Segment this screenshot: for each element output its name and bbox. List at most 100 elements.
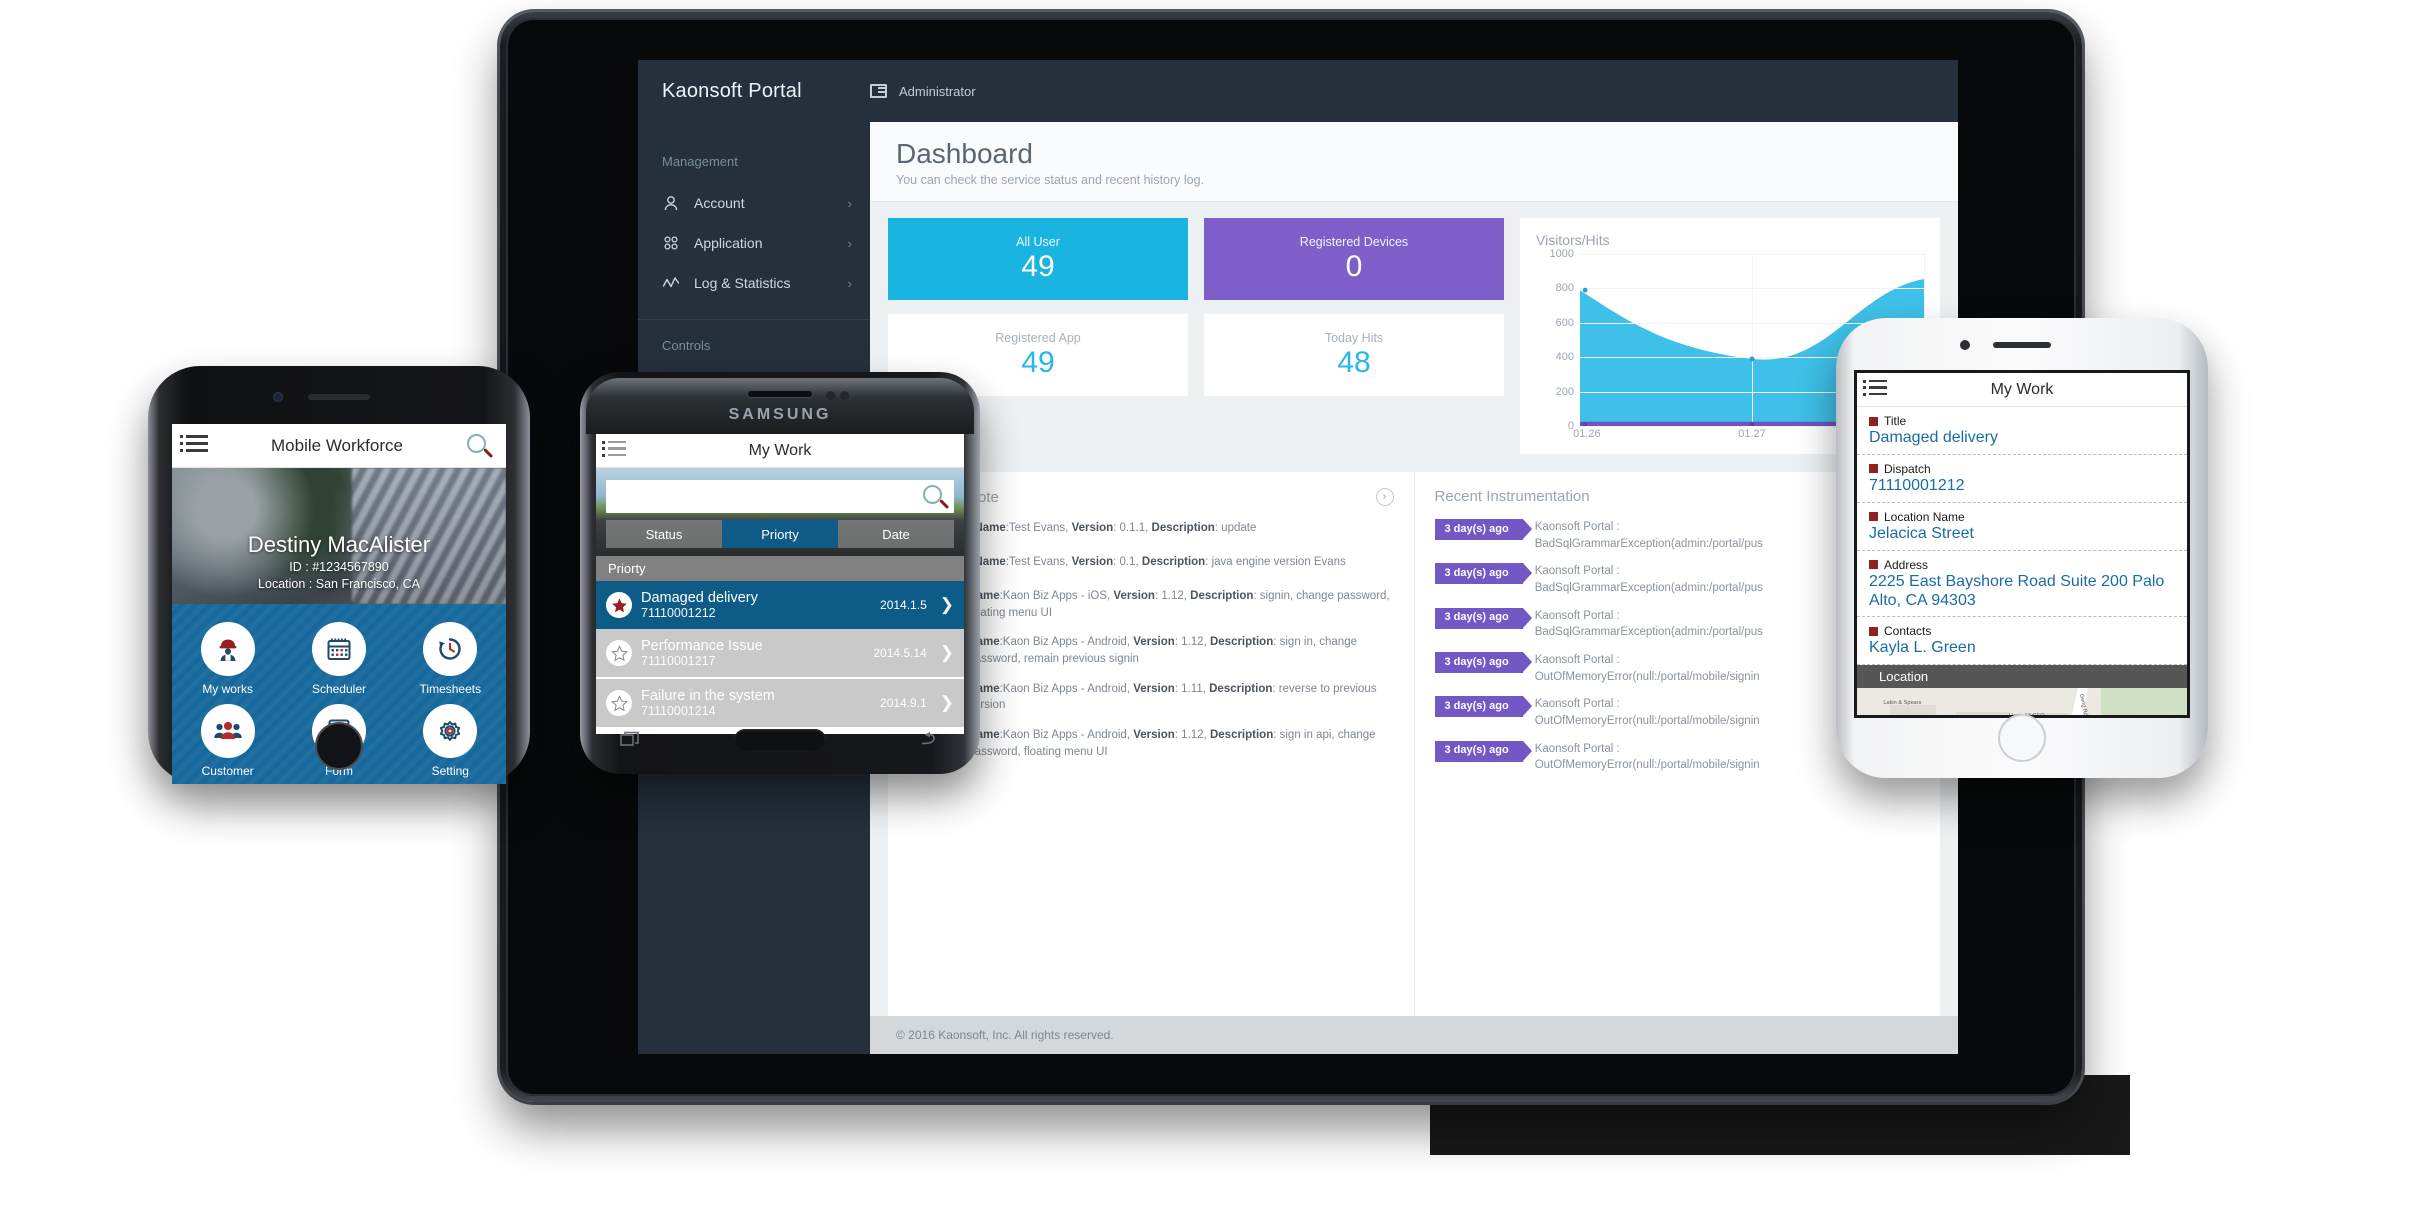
tile-scheduler[interactable]: Scheduler <box>293 622 385 696</box>
kpi-card-registered-devices[interactable]: Registered Devices 0 <box>1204 218 1504 300</box>
iphone-right-device: My Work Title Damaged delivery Dispatch … <box>1836 318 2208 778</box>
work-item-main: Performance Issue 71110001217 <box>641 638 864 668</box>
hamburger-icon[interactable] <box>1863 379 1887 400</box>
samsung-logo: SAMSUNG <box>728 406 832 423</box>
segment-status[interactable]: Status <box>606 520 722 548</box>
back-key-icon[interactable] <box>918 731 940 749</box>
id-card-icon <box>870 84 887 98</box>
front-camera-icon <box>1960 340 1970 350</box>
work-item-code: 71110001214 <box>641 704 716 718</box>
earpiece-speaker <box>308 394 370 400</box>
release-note-row[interactable]: ) ago Name:Kaon Biz Apps - Android, Vers… <box>908 634 1394 667</box>
work-item-title: Damaged delivery <box>641 590 758 606</box>
page-title: Dashboard <box>896 138 1033 169</box>
field-address: Address 2225 East Bayshore Road Suite 20… <box>1857 551 2187 618</box>
bullet-square-icon <box>1869 464 1878 474</box>
search-box[interactable] <box>606 480 954 513</box>
star-outline-icon[interactable] <box>606 640 632 666</box>
home-button[interactable] <box>734 729 826 751</box>
page-subtitle: You can check the service status and rec… <box>896 173 1205 187</box>
work-item-code: 71110001212 <box>641 606 716 620</box>
field-label: Address <box>1884 557 1929 572</box>
kpi-card-today-hits[interactable]: Today Hits 48 <box>1204 314 1504 396</box>
work-item-row[interactable]: Damaged delivery 71110001212 2014.1.5 ❯ <box>596 581 964 629</box>
sidebar-item-account[interactable]: Account › <box>638 183 870 223</box>
chevron-right-icon: › <box>847 235 852 251</box>
chevron-right-icon[interactable]: ❯ <box>940 595 954 615</box>
chevron-right-icon[interactable]: ❯ <box>940 693 954 713</box>
field-dispatch: Dispatch 71110001212 <box>1857 455 2187 503</box>
segment-priorty[interactable]: Priorty <box>722 520 838 548</box>
kpi-card-all-user[interactable]: All User 49 <box>888 218 1188 300</box>
release-note-row[interactable]: s) ago Name:Test Evans, Version: 0.1, De… <box>908 554 1394 575</box>
time-badge: 3 day(s) ago <box>1434 740 1532 762</box>
portal-brand[interactable]: Kaonsoft Portal <box>638 80 870 103</box>
release-note-text: Name:Test Evans, Version: 0.1, Descripti… <box>974 556 1346 568</box>
sidebar-item-log-statistics[interactable]: Log & Statistics › <box>638 263 870 303</box>
time-badge: 3 day(s) ago <box>1434 563 1532 585</box>
arrow-right-circle-icon[interactable]: › <box>1375 488 1394 506</box>
field-value: 2225 East Bayshore Road Suite 200 Palo A… <box>1869 572 2165 609</box>
portal-footer: © 2016 Kaonsoft, Inc. All rights reserve… <box>870 1016 1958 1054</box>
segment-date[interactable]: Date <box>838 520 954 548</box>
sidebar-group-management: Management <box>662 154 738 169</box>
kpi-value: 0 <box>1345 250 1363 284</box>
release-note-row[interactable]: s) ago Name:Test Evans, Version: 0.1.1, … <box>908 520 1394 541</box>
release-note-row[interactable]: ) ago Name:Kaon Biz Apps - iOS, Version:… <box>908 588 1394 621</box>
detail-title: My Work <box>1990 380 2054 398</box>
magnifier-icon[interactable] <box>922 484 950 510</box>
tile-row-1: My works Scheduler Timesheets <box>172 622 506 696</box>
release-note-row[interactable]: ) ago Name:Kaon Biz Apps - Android, Vers… <box>908 680 1394 714</box>
instrumentation-text: Kaonsoft Portal : OutOfMemoryError(null:… <box>1534 742 1760 772</box>
home-button[interactable] <box>1998 714 2046 762</box>
bullet-square-icon <box>1869 560 1878 570</box>
field-contacts: Contacts Kayla L. Green <box>1857 617 2187 666</box>
sw-hero-image: Status Priorty Date <box>596 468 964 556</box>
tile-my-works[interactable]: My works <box>182 622 274 696</box>
page-header: Dashboard You can check the service stat… <box>870 122 1958 202</box>
profile-hero-image: Destiny MacAlister ID : #1234567890 Loca… <box>172 468 506 604</box>
tile-label: Timesheets <box>419 682 482 696</box>
tile-setting[interactable]: Setting <box>404 704 496 778</box>
magnifier-icon[interactable] <box>466 433 494 459</box>
y-tick: 600 <box>1555 316 1574 329</box>
time-badge: 3 day(s) ago <box>1434 607 1532 629</box>
recents-key-icon[interactable] <box>620 731 642 749</box>
time-badge: 3 day(s) ago <box>1434 652 1532 674</box>
tile-label: Scheduler <box>311 682 366 696</box>
kpi-label: Today Hits <box>1324 331 1384 346</box>
kpi-cards-row: All User 49 Registered App 49 Registered… <box>870 202 1958 454</box>
sensor-dots <box>826 391 849 400</box>
field-label: Location Name <box>1884 509 1965 524</box>
clock-history-icon <box>423 622 478 676</box>
y-tick: 400 <box>1555 351 1574 364</box>
admin-user-menu[interactable]: Administrator <box>870 84 976 99</box>
people-group-icon <box>200 704 255 758</box>
sidebar-item-application[interactable]: Application › <box>638 223 870 263</box>
release-note-text: Name:Kaon Biz Apps - Android, Version: 1… <box>968 729 1376 758</box>
hamburger-icon[interactable] <box>602 440 626 461</box>
time-badge: 3 day(s) ago <box>1434 696 1532 718</box>
bullet-square-icon <box>1869 626 1878 636</box>
tile-label: Customer <box>201 764 254 778</box>
star-filled-icon[interactable] <box>606 592 632 618</box>
star-outline-icon[interactable] <box>606 690 632 716</box>
tile-customer[interactable]: Customer <box>182 704 274 778</box>
chevron-right-icon[interactable]: ❯ <box>940 643 954 663</box>
search-input[interactable] <box>612 489 922 504</box>
hamburger-icon[interactable] <box>180 435 208 456</box>
work-item-row[interactable]: Performance Issue 71110001217 2014.5.14 … <box>596 629 964 677</box>
field-value: Jelacica Street <box>1869 524 1974 542</box>
earpiece-speaker <box>1993 342 2051 348</box>
release-note-row[interactable]: ) ago Name:Kaon Biz Apps - Android, Vers… <box>908 727 1394 760</box>
field-value: Damaged delivery <box>1869 429 1998 446</box>
tile-label: Setting <box>431 764 469 778</box>
field-label-row: Address <box>1869 558 2175 572</box>
profile-name: Destiny MacAlister <box>247 532 431 557</box>
work-item-code: 71110001217 <box>641 654 716 668</box>
sw-title: My Work <box>748 441 812 459</box>
home-button[interactable] <box>315 722 363 770</box>
instrumentation-text: Kaonsoft Portal : BadSqlGrammarException… <box>1534 565 1763 595</box>
tile-timesheets[interactable]: Timesheets <box>404 622 496 696</box>
map-label: Lakin & Spears <box>1883 700 1922 706</box>
